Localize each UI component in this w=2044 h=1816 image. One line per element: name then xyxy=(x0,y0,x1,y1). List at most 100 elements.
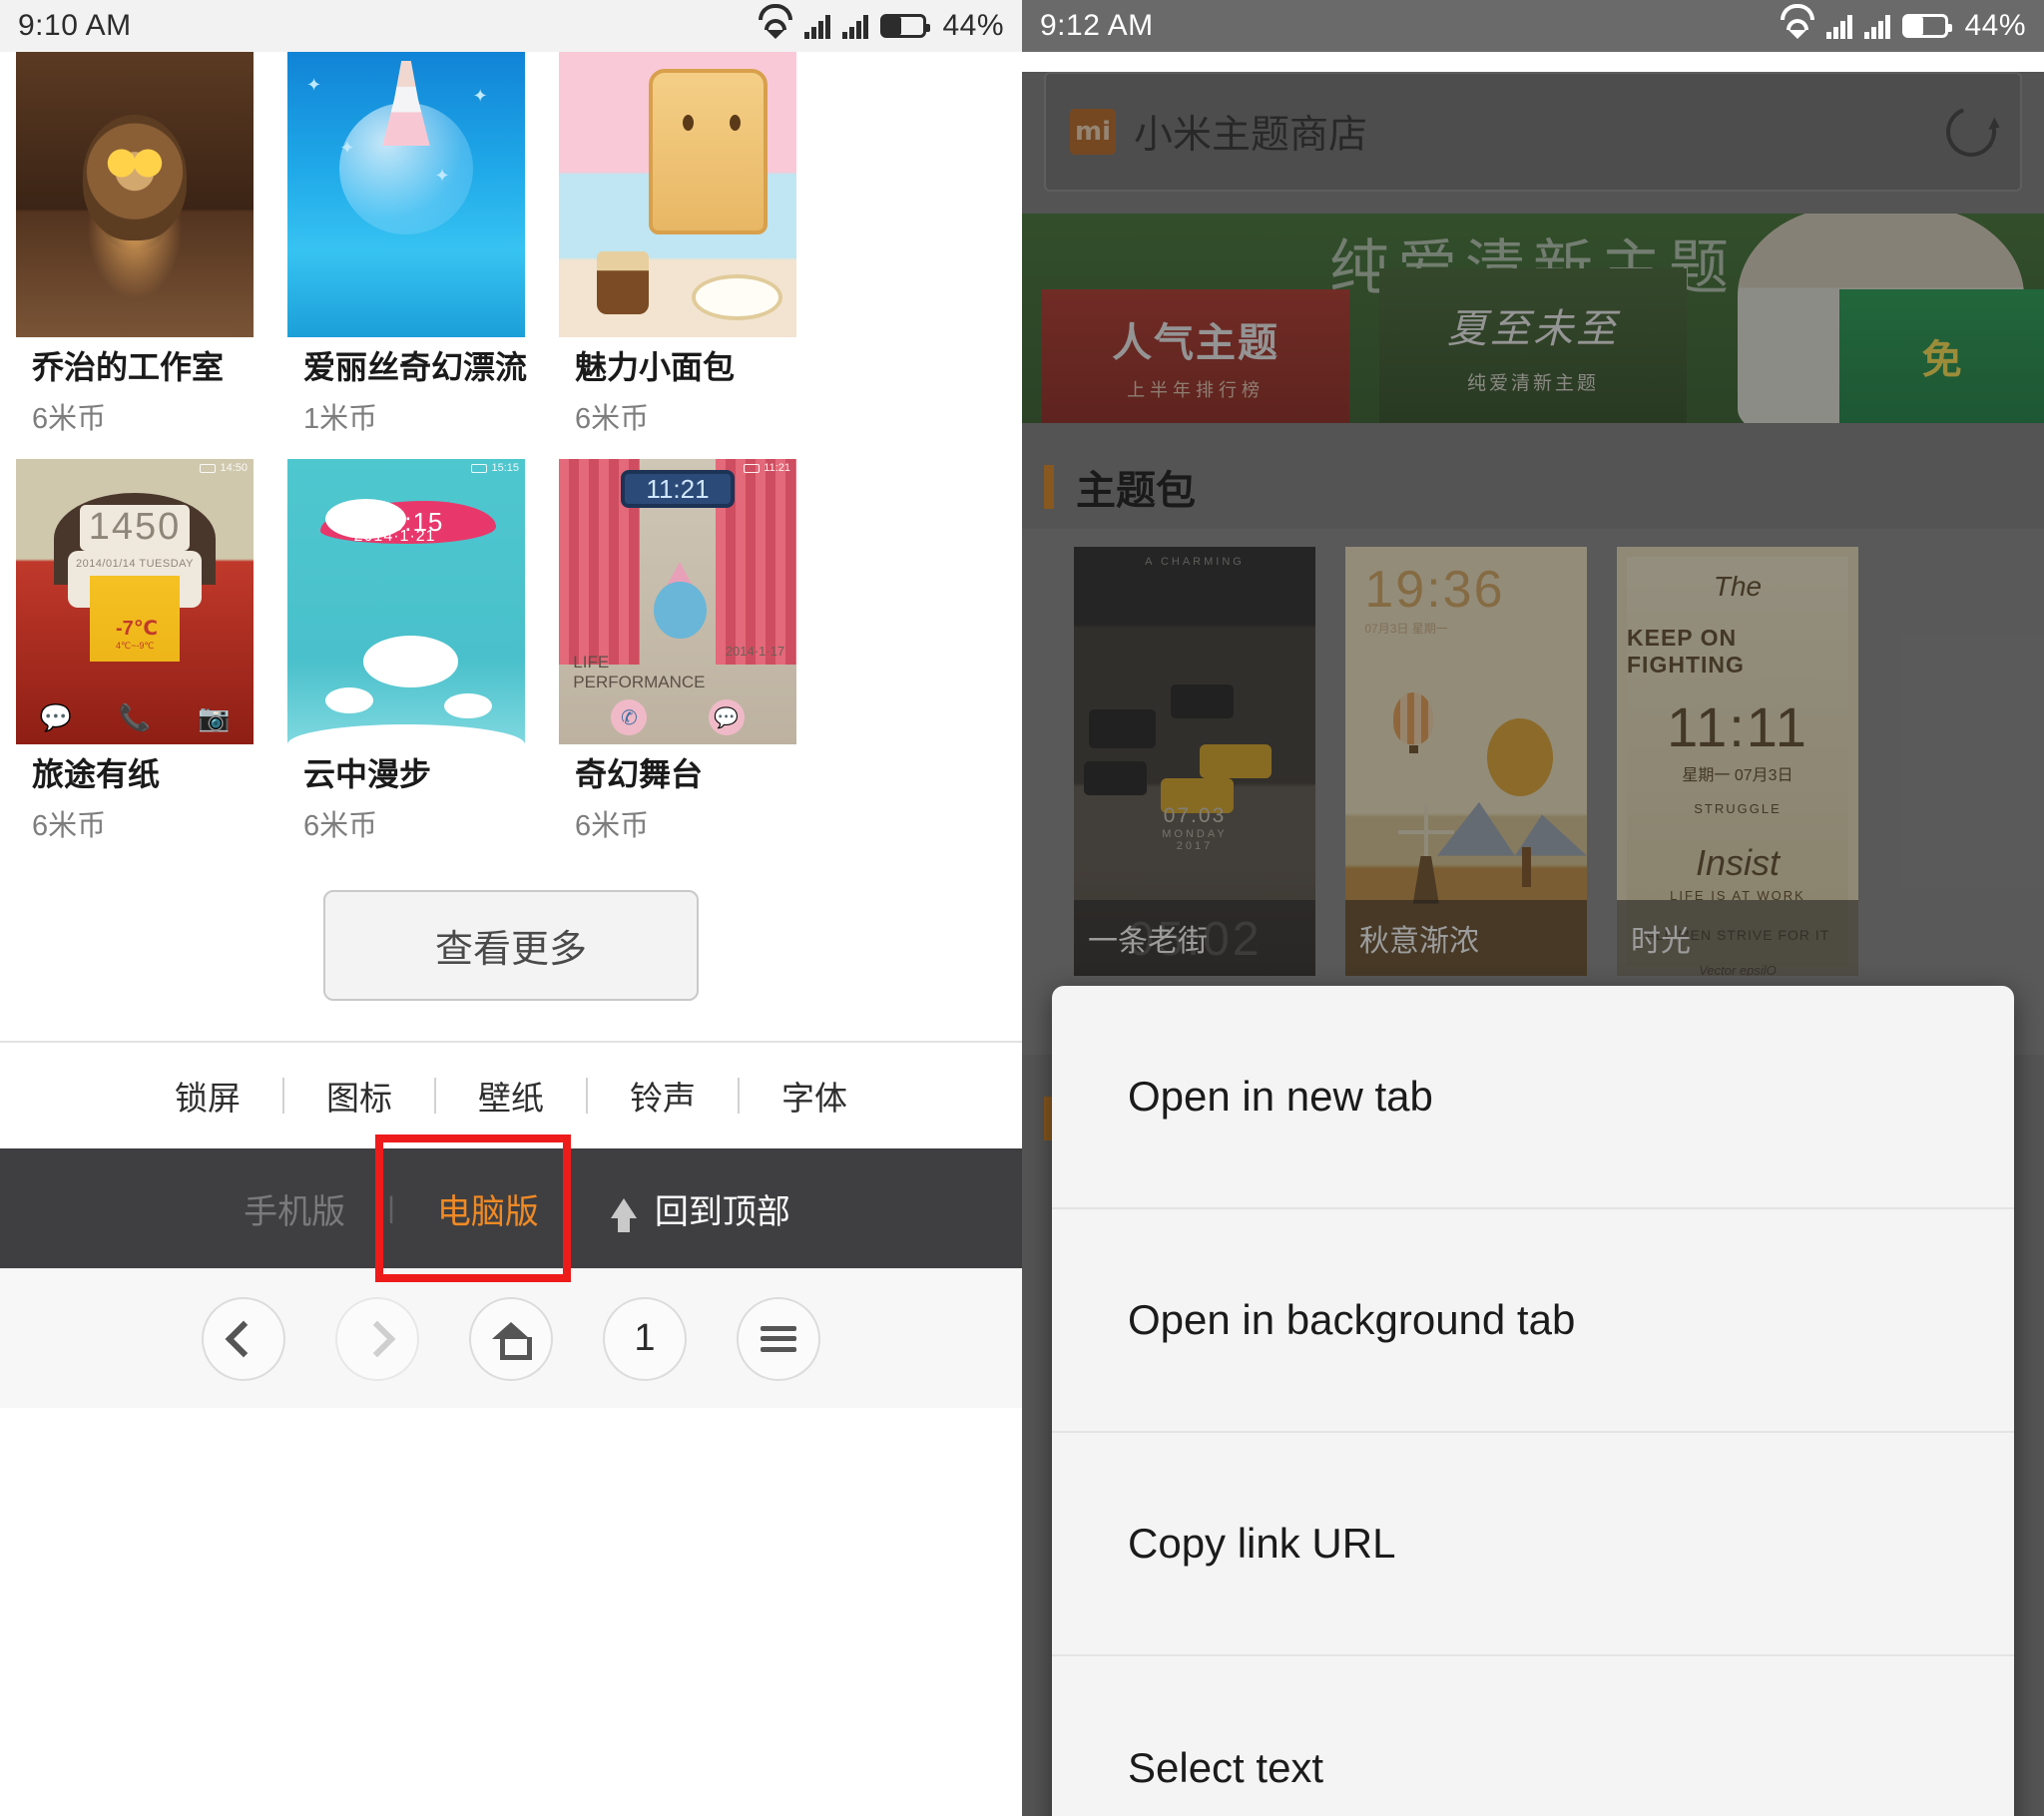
phone-icon: 📞 xyxy=(118,701,152,732)
theme-art-date: 星期一 07月3日 xyxy=(1682,767,1793,784)
banner-card-title: 夏至未至 xyxy=(1446,306,1619,351)
mobile-version-link[interactable]: 手机版 xyxy=(202,1184,387,1233)
theme-cell[interactable]: 魅力小面包 6米币 xyxy=(559,52,813,437)
theme-title: 爱丽丝奇幻漂流 xyxy=(303,349,528,385)
thumb-status-time: 14:50 xyxy=(200,462,248,474)
back-icon[interactable] xyxy=(202,1296,285,1381)
battery-icon xyxy=(1902,14,1953,38)
right-status-bar: 9:12 AM 44% xyxy=(1022,0,2044,52)
phone-icon: ✆ xyxy=(611,699,648,736)
view-more-button[interactable]: 查看更多 xyxy=(323,890,699,1001)
theme-price: 1米币 xyxy=(303,403,378,435)
theme-grid-row-2: 14:50 1450 2014/01/14 TUESDAY -7℃ 4℃~-9℃ xyxy=(0,459,1022,844)
theme-card-row: A CHARMING 07.03 MONDAY 2017 一条老街 19:36 … xyxy=(1022,547,2044,1029)
footer-link-font[interactable]: 字体 xyxy=(740,1072,889,1120)
theme-price: 6米币 xyxy=(575,810,650,842)
site-version-bar: 手机版 | 电脑版 回到顶部 xyxy=(0,1135,1022,1282)
theme-card[interactable]: A CHARMING 07.03 MONDAY 2017 一条老街 xyxy=(1074,547,1315,1029)
wifi-icon xyxy=(1781,4,1815,39)
theme-art-clock: 11:11 xyxy=(1667,695,1808,758)
battery-percent: 44% xyxy=(1964,9,2026,42)
forward-icon[interactable] xyxy=(335,1296,419,1381)
banner-card-popular[interactable]: 人气主题 上半年排行榜 xyxy=(1042,288,1349,423)
theme-price: 6米币 xyxy=(32,810,107,842)
theme-thumbnail[interactable]: 19:36 07月3日 星期一 秋意渐浓 xyxy=(1345,547,1587,976)
theme-title: 乔治的工作室 xyxy=(32,349,225,385)
right-screen: 9:12 AM 44% mi 小米主题商店 纯爱清新主题 人气主题 xyxy=(1022,0,2044,1816)
thumb-clock: 1450 xyxy=(80,504,190,551)
theme-price: 6米币 xyxy=(303,810,378,842)
banner-card-title: 人气主题 xyxy=(1112,320,1280,365)
left-status-bar: 9:10 AM 44% xyxy=(0,0,1022,52)
banner-card-free[interactable]: 免 xyxy=(1839,288,2044,423)
theme-thumbnail[interactable]: 15:15 15:15 2014·1·21 xyxy=(287,459,525,744)
banner-card-subtitle: 上半年排行榜 xyxy=(1127,379,1266,400)
menu-item-copy-link-url[interactable]: Copy link URL xyxy=(1052,1433,2014,1656)
status-icons: 44% xyxy=(759,4,1004,43)
thumb-clock: 11:21 xyxy=(620,470,736,508)
menu-item-open-in-new-tab[interactable]: Open in new tab xyxy=(1052,986,2014,1209)
menu-item-open-in-background-tab[interactable]: Open in background tab xyxy=(1052,1209,2014,1433)
theme-card-name: 一条老街 xyxy=(1074,900,1315,976)
theme-card[interactable]: 19:36 07月3日 星期一 秋意渐浓 ★★★★★ 6米币 xyxy=(1345,547,1587,1029)
theme-cell[interactable]: 14:50 1450 2014/01/14 TUESDAY -7℃ 4℃~-9℃ xyxy=(16,459,270,844)
theme-title: 旅途有纸 xyxy=(32,756,161,792)
url-bar[interactable]: mi 小米主题商店 xyxy=(1044,72,2022,192)
theme-art-alice: ✦ ✦ ✦ ✦ xyxy=(287,52,525,337)
tab-count-button[interactable]: 1 xyxy=(603,1296,687,1381)
theme-price: 6米币 xyxy=(575,403,650,435)
status-time: 9:10 AM xyxy=(18,9,132,42)
theme-title: 魅力小面包 xyxy=(575,349,736,385)
theme-thumbnail[interactable]: ✦ ✦ ✦ ✦ xyxy=(287,52,525,337)
theme-art-bread xyxy=(559,52,796,337)
theme-cell[interactable]: 11:21 11:21 LIFE PERFORMANCE 2014·1·17 ✆… xyxy=(559,459,813,844)
sms-icon: 💬 xyxy=(708,699,745,736)
theme-art-date: 07月3日 星期一 xyxy=(1364,622,1448,637)
theme-thumbnail[interactable] xyxy=(559,52,796,337)
theme-art-clock: 19:36 xyxy=(1364,560,1505,619)
footer-link-ringtone[interactable]: 铃声 xyxy=(588,1072,738,1120)
status-icons: 44% xyxy=(1781,4,2026,43)
refresh-icon[interactable] xyxy=(1937,98,2005,166)
sms-icon: 💬 xyxy=(39,701,72,732)
theme-art-stage: 11:21 11:21 LIFE PERFORMANCE 2014·1·17 ✆… xyxy=(559,459,796,744)
home-icon[interactable] xyxy=(469,1296,553,1381)
theme-store-page: 乔治的工作室 6米币 ✦ ✦ ✦ ✦ 爱丽丝奇幻漂流 1米币 魅力小面包 6米币… xyxy=(0,52,1022,1816)
arrow-up-icon xyxy=(610,1198,637,1232)
section-theme-packs: 主题包 A CHARMING 07.03 MONDAY 2017 一条老街 19… xyxy=(1022,445,2044,1055)
thumb-status-time: 11:21 xyxy=(744,462,790,474)
thumb-date: 2014·1·17 xyxy=(725,644,785,660)
back-to-top-label: 回到顶部 xyxy=(654,1192,790,1231)
theme-cell[interactable]: 15:15 15:15 2014·1·21 云中漫步 6米币 xyxy=(287,459,542,844)
theme-thumbnail[interactable]: 14:50 1450 2014/01/14 TUESDAY -7℃ 4℃~-9℃ xyxy=(16,459,254,744)
footer-category-nav: 锁屏 图标 壁纸 铃声 字体 xyxy=(0,1041,1022,1148)
left-screen: 9:10 AM 44% 乔治的工作室 6米币 ✦ ✦ ✦ ✦ 爱丽丝奇幻漂流 1… xyxy=(0,0,1022,1816)
theme-card[interactable]: The KEEP ON FIGHTING 11:11 星期一 07月3日 STR… xyxy=(1617,547,1858,1029)
thumb-date: 2014·1·21 xyxy=(353,527,436,545)
footer-link-wallpaper[interactable]: 壁纸 xyxy=(436,1072,586,1120)
thumb-status-time: 15:15 xyxy=(471,462,519,474)
menu-icon[interactable] xyxy=(737,1296,820,1381)
signal-icon-1 xyxy=(1826,13,1853,39)
menu-item-select-text[interactable]: Select text xyxy=(1052,1656,2014,1816)
theme-thumbnail[interactable] xyxy=(16,52,254,337)
theme-cell[interactable]: 乔治的工作室 6米币 xyxy=(16,52,270,437)
theme-thumbnail[interactable]: 11:21 11:21 LIFE PERFORMANCE 2014·1·17 ✆… xyxy=(559,459,796,744)
theme-thumbnail[interactable]: A CHARMING 07.03 MONDAY 2017 一条老街 xyxy=(1074,547,1315,976)
mi-logo-icon: mi xyxy=(1070,109,1116,155)
tab-count-label: 1 xyxy=(634,1317,656,1359)
theme-cell[interactable]: ✦ ✦ ✦ ✦ 爱丽丝奇幻漂流 1米币 xyxy=(287,52,542,437)
promo-banner[interactable]: 纯爱清新主题 人气主题 上半年排行榜 夏至未至 纯爱清新主题 免 xyxy=(1022,214,2044,423)
banner-card-title: 免 xyxy=(1921,337,1962,382)
theme-thumbnail[interactable]: The KEEP ON FIGHTING 11:11 星期一 07月3日 STR… xyxy=(1617,547,1858,976)
battery-icon xyxy=(880,14,931,38)
theme-grid-row-1: 乔治的工作室 6米币 ✦ ✦ ✦ ✦ 爱丽丝奇幻漂流 1米币 魅力小面包 6米币 xyxy=(0,52,1022,437)
footer-link-icons[interactable]: 图标 xyxy=(284,1072,434,1120)
camera-icon: 📷 xyxy=(198,701,231,732)
thumb-temp: -7℃ 4℃~-9℃ xyxy=(115,618,158,652)
banner-card-summer[interactable]: 夏至未至 纯爱清新主题 xyxy=(1379,267,1687,423)
footer-link-lockscreen[interactable]: 锁屏 xyxy=(133,1072,282,1120)
thumb-date: 2014/01/14 TUESDAY xyxy=(75,557,195,570)
back-to-top-button[interactable]: 回到顶部 xyxy=(581,1184,820,1233)
theme-art-robot xyxy=(16,52,254,337)
